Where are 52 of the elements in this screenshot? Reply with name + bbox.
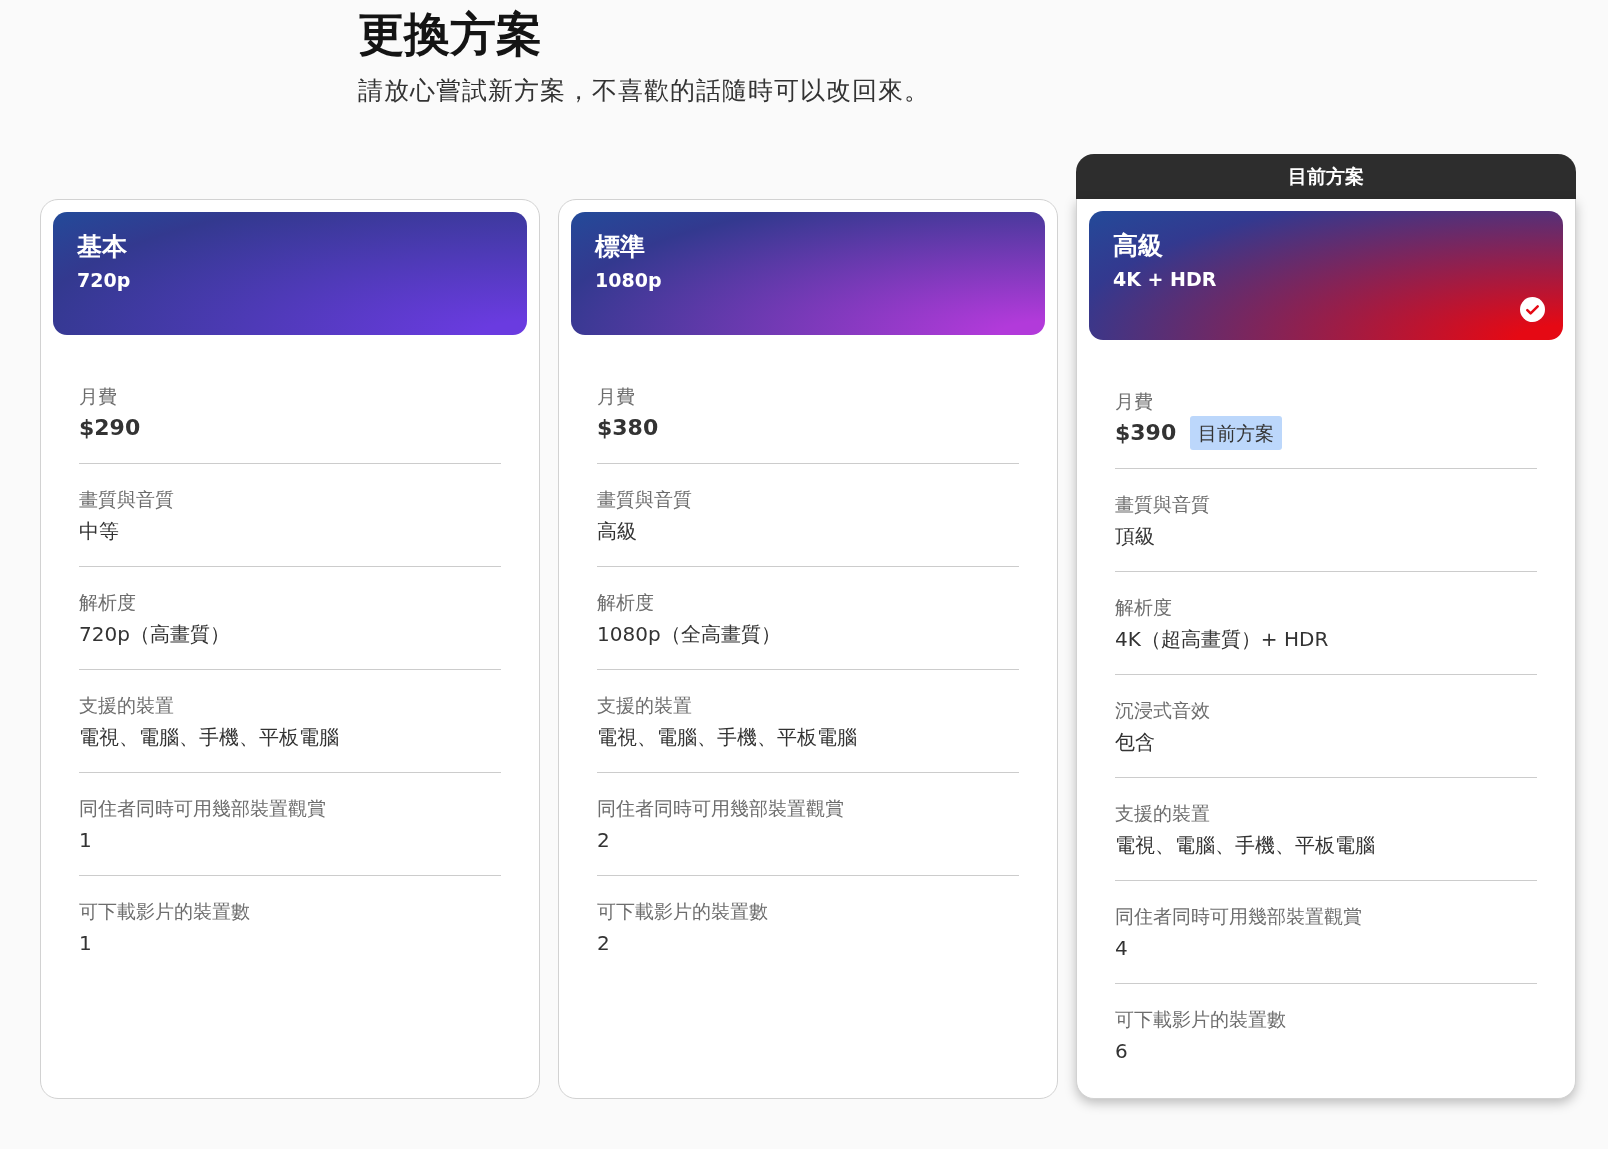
feature-value: 6: [1115, 1037, 1128, 1065]
feature-label: 同住者同時可用幾部裝置觀賞: [597, 795, 845, 821]
feature-value: 4: [1115, 934, 1128, 962]
plan-card[interactable]: 基本 720p 月費 $290 畫質與音質 中等 解析度 720p（高畫質） 支援的裝置 電視、電腦、手機、平板電腦 同住者同時可用幾部裝置觀賞 1 可下載影片的裝置數 1: [40, 198, 540, 1099]
plan-resolution: 1080p: [595, 267, 663, 293]
feature-label: 可下載影片的裝置數: [1115, 1006, 1287, 1032]
feature-label: 月費: [79, 383, 118, 409]
feature-value: 高級: [597, 517, 637, 545]
feature-label: 支援的裝置: [1115, 800, 1211, 826]
price-text: $380: [597, 413, 659, 442]
plan-resolution: 720p: [77, 267, 132, 293]
feature-label: 可下載影片的裝置數: [79, 898, 251, 924]
feature-value: 2: [597, 826, 610, 854]
plan-resolution: 4K + HDR: [1113, 266, 1218, 292]
check-icon: [1520, 296, 1545, 322]
feature-value: 電視、電腦、手機、平板電腦: [79, 723, 339, 751]
plan-card[interactable]: 高級 4K + HDR 月費 $390 目前方案 畫質與音質 頂級 解析度 4K（超高畫質）+ HDR 沉浸式音效 包含 支援的裝置 電視、電腦、手機、平板電腦 同住者同時可用幾部裝置觀賞 4 可下載影片的裝置數 6: [1076, 198, 1576, 1099]
feature-value: 2: [597, 929, 610, 957]
feature-label: 月費: [1115, 388, 1154, 414]
feature-value: 頂級: [1115, 522, 1155, 550]
plan-name: 基本: [77, 230, 128, 263]
feature-value: 包含: [1115, 728, 1155, 756]
current-plan-tag: 目前方案: [1190, 415, 1283, 450]
page-title: 更換方案: [358, 6, 543, 63]
feature-value: 電視、電腦、手機、平板電腦: [1115, 831, 1375, 859]
feature-value: 電視、電腦、手機、平板電腦: [597, 723, 857, 751]
feature-label: 支援的裝置: [79, 692, 175, 718]
feature-value: 1080p（全高畫質）: [597, 620, 781, 648]
feature-label: 畫質與音質: [1115, 491, 1211, 517]
plan-name: 高級: [1113, 229, 1164, 262]
current-plan-banner: 目前方案: [1076, 153, 1576, 199]
feature-label: 畫質與音質: [79, 486, 175, 512]
feature-label: 月費: [597, 383, 636, 409]
feature-label: 解析度: [79, 589, 137, 615]
feature-value: 720p（高畫質）: [79, 620, 230, 648]
plan-card[interactable]: 標準 1080p 月費 $380 畫質與音質 高級 解析度 1080p（全高畫質） 支援的裝置 電視、電腦、手機、平板電腦 同住者同時可用幾部裝置觀賞 2 可下載影片的裝置數 2: [558, 198, 1058, 1099]
feature-label: 同住者同時可用幾部裝置觀賞: [79, 795, 327, 821]
feature-label: 解析度: [1115, 594, 1173, 620]
feature-label: 沉浸式音效: [1115, 697, 1211, 723]
feature-label: 可下載影片的裝置數: [597, 898, 769, 924]
feature-value: 1: [79, 929, 92, 957]
plan-name: 標準: [595, 230, 646, 263]
feature-label: 支援的裝置: [597, 692, 693, 718]
feature-label: 同住者同時可用幾部裝置觀賞: [1115, 903, 1363, 929]
feature-value: 4K（超高畫質）+ HDR: [1115, 625, 1329, 653]
feature-label: 解析度: [597, 589, 655, 615]
price-text: $390: [1115, 418, 1177, 447]
feature-value: 1: [79, 826, 92, 854]
page-subtitle: 請放心嘗試新方案，不喜歡的話隨時可以改回來。: [358, 75, 931, 107]
feature-value: 中等: [79, 517, 119, 545]
price-text: $290: [79, 413, 141, 442]
feature-label: 畫質與音質: [597, 486, 693, 512]
